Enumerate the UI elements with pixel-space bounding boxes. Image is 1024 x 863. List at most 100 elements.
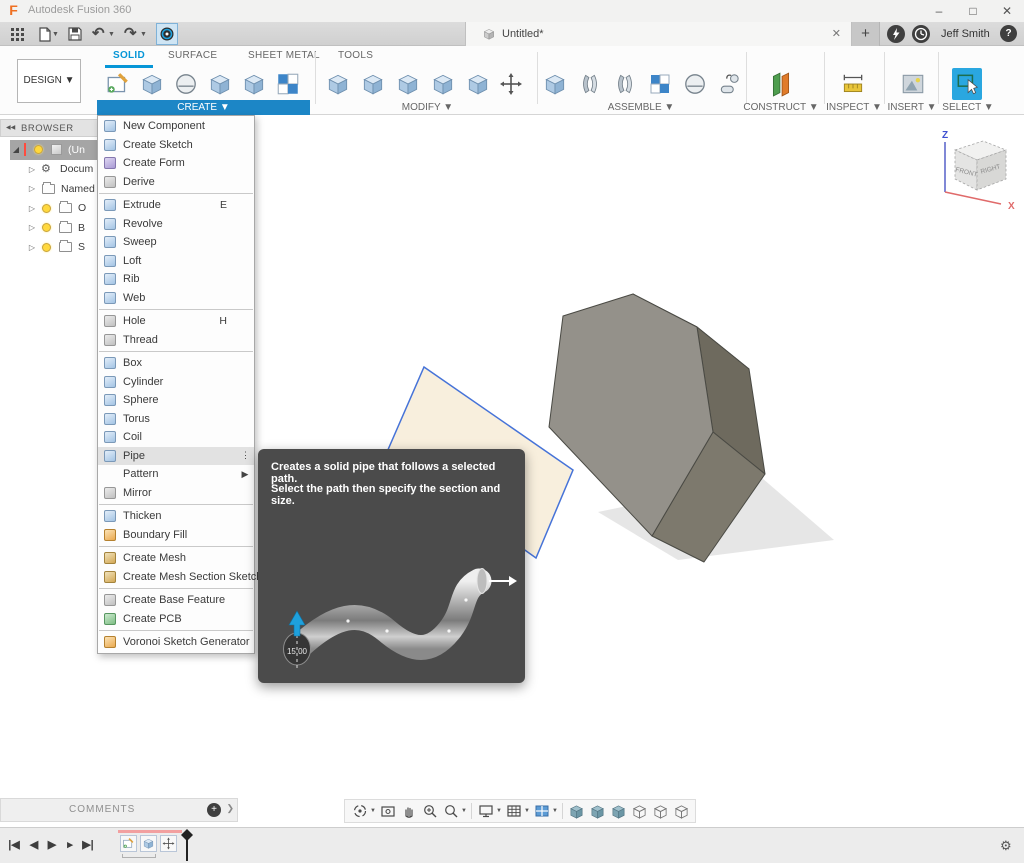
display-style-shaded-edges-icon[interactable]: [587, 801, 608, 821]
tab-sheet-metal[interactable]: SHEET METAL: [248, 50, 320, 65]
menu-item[interactable]: Thicken: [98, 507, 254, 526]
grid-caret-icon[interactable]: [524, 808, 531, 814]
timeline-go-to-start-icon[interactable]: [6, 838, 22, 851]
revolve-button[interactable]: [171, 68, 201, 100]
expand-arrow-icon[interactable]: ▷: [26, 184, 38, 193]
as-built-joint-button[interactable]: [610, 68, 640, 100]
file-menu-caret-icon[interactable]: ▼: [52, 31, 59, 38]
group-label-create[interactable]: CREATE ▼: [97, 100, 310, 115]
new-component-button[interactable]: [540, 68, 570, 100]
add-comment-icon[interactable]: [207, 803, 221, 817]
menu-item[interactable]: Loft: [98, 252, 254, 271]
pan-icon[interactable]: [398, 801, 419, 821]
browser-row-origin[interactable]: ▷ O: [0, 199, 99, 219]
menu-item[interactable]: Hole H: [98, 312, 254, 331]
press-pull-button[interactable]: [323, 68, 353, 100]
timeline-feature-extrude[interactable]: [140, 835, 157, 852]
job-status-icon[interactable]: [911, 24, 931, 44]
move-copy-button[interactable]: [496, 68, 526, 100]
display-style-wireframe-icon[interactable]: [650, 801, 671, 821]
menu-item[interactable]: Voronoi Sketch Generator: [98, 633, 254, 652]
joint-button[interactable]: [575, 68, 605, 100]
menu-item[interactable]: Thread: [98, 331, 254, 350]
visibility-bulb-icon[interactable]: [34, 145, 43, 154]
display-style-shaded-icon[interactable]: [566, 801, 587, 821]
timeline-step-forward-icon[interactable]: [62, 838, 78, 851]
tab-surface[interactable]: SURFACE: [168, 50, 217, 65]
insert-image-button[interactable]: [898, 68, 928, 100]
workspace-selector[interactable]: DESIGN ▼: [17, 59, 81, 103]
menu-item[interactable]: Rib: [98, 270, 254, 289]
grid-layout-icon[interactable]: [503, 801, 524, 821]
expand-comments-icon[interactable]: [226, 803, 234, 814]
tab-tools[interactable]: TOOLS: [338, 50, 373, 65]
visibility-bulb-icon[interactable]: [42, 204, 51, 213]
menu-item[interactable]: Cylinder: [98, 373, 254, 392]
visibility-bulb-icon[interactable]: [42, 223, 51, 232]
minimize-button[interactable]: –: [930, 2, 948, 20]
enable-contact-sets-button[interactable]: [680, 68, 710, 100]
group-label-modify[interactable]: MODIFY ▼: [320, 100, 535, 115]
group-label-insert[interactable]: INSERT ▼: [886, 100, 938, 115]
active-command-indicator[interactable]: [156, 23, 178, 45]
menu-item[interactable]: Create Form: [98, 154, 254, 173]
timeline-feature-sketch[interactable]: [120, 835, 137, 852]
timeline-settings-gear-icon[interactable]: [1000, 838, 1012, 854]
timeline-play-icon[interactable]: [44, 838, 60, 851]
browser-row-bodies[interactable]: ▷ B: [0, 218, 99, 238]
menu-item[interactable]: Create Mesh: [98, 549, 254, 568]
construct-plane-button[interactable]: [766, 68, 796, 100]
orbit-caret-icon[interactable]: [370, 808, 377, 814]
display-style-shaded-hidden-edges-icon[interactable]: [608, 801, 629, 821]
shell-button[interactable]: [393, 68, 423, 100]
menu-item[interactable]: Web: [98, 289, 254, 308]
menu-item[interactable]: Create Sketch: [98, 136, 254, 155]
menu-item[interactable]: Create Mesh Section Sketch: [98, 568, 254, 587]
menu-item[interactable]: Derive: [98, 173, 254, 192]
expand-arrow-icon[interactable]: ▷: [26, 204, 38, 213]
menu-item[interactable]: Pipe ⋮: [98, 447, 254, 466]
close-button[interactable]: ✕: [998, 2, 1016, 20]
menu-item[interactable]: Create Base Feature: [98, 591, 254, 610]
expand-arrow-icon[interactable]: ▷: [26, 243, 38, 252]
redo-icon[interactable]: ↷: [124, 24, 137, 44]
menu-item[interactable]: Sphere: [98, 391, 254, 410]
view-cube[interactable]: Z X FRONT RIGHT: [925, 128, 1017, 213]
motion-link-button[interactable]: [715, 68, 745, 100]
loft-button[interactable]: [205, 68, 235, 100]
look-at-icon[interactable]: [377, 801, 398, 821]
orbit-icon[interactable]: [349, 801, 370, 821]
menu-item[interactable]: Sweep: [98, 233, 254, 252]
maximize-button[interactable]: □: [964, 2, 982, 20]
visibility-bulb-icon[interactable]: [42, 243, 51, 252]
extensions-icon[interactable]: [886, 24, 906, 44]
viewports-caret-icon[interactable]: [552, 808, 559, 814]
browser-row-sketches[interactable]: ▷ S: [0, 238, 99, 258]
hole-button[interactable]: [239, 68, 269, 100]
browser-row-named-views[interactable]: ▷ Named: [0, 179, 99, 199]
undo-icon[interactable]: ↶: [92, 24, 105, 44]
menu-item[interactable]: Extrude E: [98, 196, 254, 215]
group-label-construct[interactable]: CONSTRUCT ▼: [740, 100, 822, 115]
user-name[interactable]: Jeff Smith: [941, 22, 990, 46]
group-label-select[interactable]: SELECT ▼: [940, 100, 996, 115]
group-label-assemble[interactable]: ASSEMBLE ▼: [538, 100, 744, 115]
pattern-button[interactable]: [273, 68, 303, 100]
expand-arrow-icon[interactable]: ◢: [10, 145, 22, 154]
group-label-inspect[interactable]: INSPECT ▼: [826, 100, 882, 115]
display-style-wireframe-visible-icon[interactable]: [671, 801, 692, 821]
help-icon[interactable]: ?: [1000, 25, 1017, 42]
app-grid-icon[interactable]: [8, 26, 26, 42]
timeline-go-to-end-icon[interactable]: [80, 838, 96, 851]
display-style-wireframe-hidden-icon[interactable]: [629, 801, 650, 821]
display-settings-caret-icon[interactable]: [496, 808, 503, 814]
combine-button[interactable]: [428, 68, 458, 100]
save-icon[interactable]: [66, 26, 84, 42]
fit-icon[interactable]: [440, 801, 461, 821]
timeline-feature-move[interactable]: [160, 835, 177, 852]
extrude-button[interactable]: [137, 68, 167, 100]
fit-caret-icon[interactable]: [461, 808, 468, 814]
undo-caret-icon[interactable]: ▼: [108, 31, 115, 38]
joint-origin-button[interactable]: [645, 68, 675, 100]
menu-item[interactable]: Mirror: [98, 484, 254, 503]
